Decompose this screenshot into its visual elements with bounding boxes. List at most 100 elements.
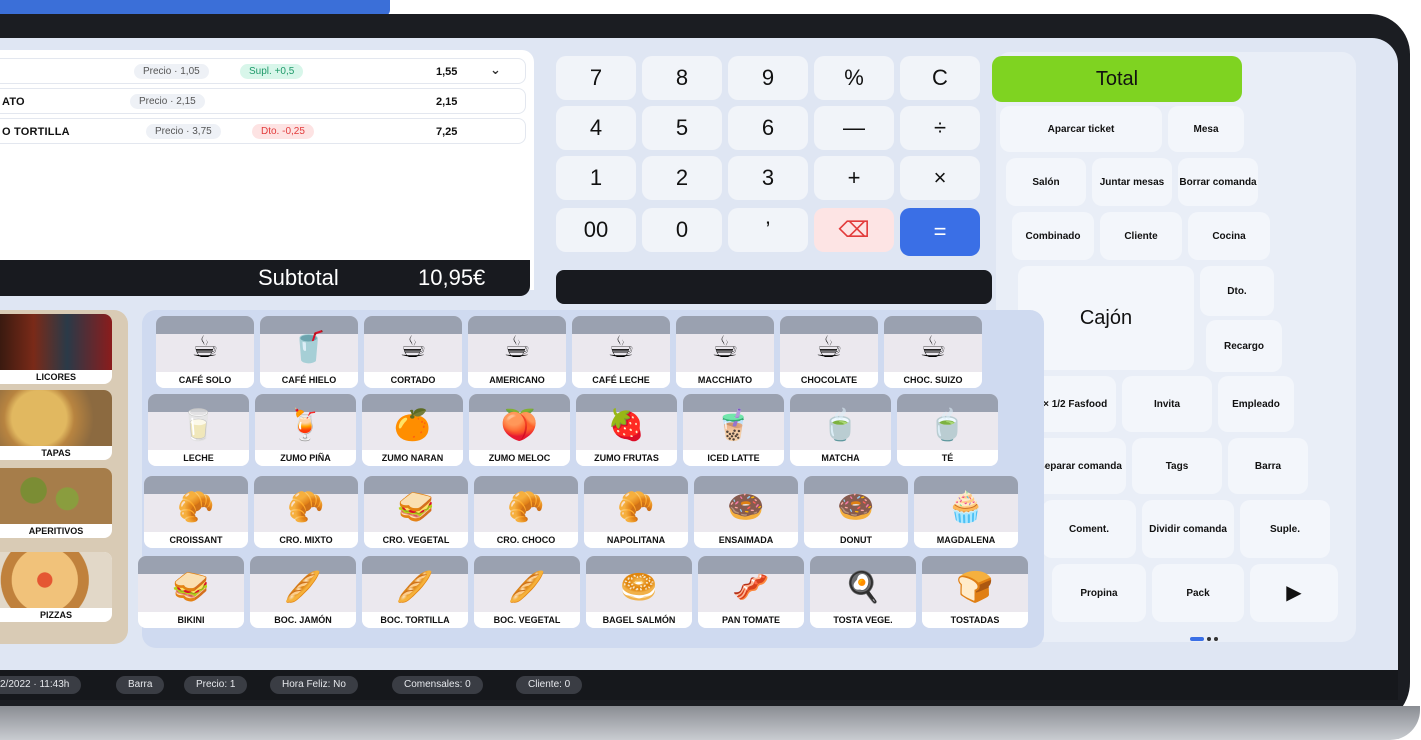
product-image-icon: 🥖 [508,571,546,604]
product-tile[interactable]: ☕ AMERICANO [468,316,566,388]
invite-button[interactable]: Invita [1122,376,1212,432]
total-button[interactable]: Total [992,56,1242,102]
delete-order-button[interactable]: Borrar comanda [1178,158,1258,206]
category-pizzas[interactable]: PIZZAS [0,552,112,622]
key-1[interactable]: 1 [556,156,636,200]
pos-screen: Precio · 1,05 Supl. +0,5 1,55 ⌄ ATO Prec… [0,38,1398,700]
product-tile[interactable]: 🧋 ICED LATTE [683,394,784,466]
page-indicator [1190,630,1221,648]
comment-button[interactable]: Coment. [1042,500,1136,558]
category-licores[interactable]: LICORES [0,314,112,384]
product-image-icon: 🍵 [928,409,967,442]
product-tile[interactable]: 🍑 ZUMO MELOC [469,394,570,466]
product-tile[interactable]: ☕ MACCHIATO [676,316,774,388]
key-clear[interactable]: C [900,56,980,100]
product-tile[interactable]: 🍊 ZUMO NARAN [362,394,463,466]
backspace-icon[interactable]: ⌫ [814,208,894,252]
product-tile[interactable]: 🍵 TÉ [897,394,998,466]
ticket-line[interactable]: ATO Precio · 2,15 2,15 [0,88,526,114]
product-image-icon: 🥛 [179,409,218,442]
product-tile[interactable]: 🥤 CAFÉ HIELO [260,316,358,388]
product-tile[interactable]: 🥐 CRO. CHOCO [474,476,578,548]
chevron-down-icon[interactable]: ⌄ [490,62,501,78]
key-4[interactable]: 4 [556,106,636,150]
product-tile[interactable]: 🥐 NAPOLITANA [584,476,688,548]
product-tile[interactable]: 🥖 BOC. TORTILLA [362,556,468,628]
product-tile[interactable]: 🍩 ENSAIMADA [694,476,798,548]
product-tile[interactable]: ☕ CORTADO [364,316,462,388]
drawer-button[interactable]: Cajón [1018,266,1194,370]
product-tile[interactable]: 🥯 BAGEL SALMÓN [586,556,692,628]
bar-button[interactable]: Barra [1228,438,1308,494]
product-tile[interactable]: 🥐 CROISSANT [144,476,248,548]
product-tile[interactable]: 🥖 BOC. JAMÓN [250,556,356,628]
divide-order-button[interactable]: Dividir comanda [1142,500,1234,558]
product-tile[interactable]: 🥪 CRO. VEGETAL [364,476,468,548]
product-image-icon: 🥖 [396,571,434,604]
key-7[interactable]: 7 [556,56,636,100]
key-multiply[interactable]: × [900,156,980,200]
park-ticket-button[interactable]: Aparcar ticket [1000,106,1162,152]
key-2[interactable]: 2 [642,156,722,200]
product-tile[interactable]: 🥛 LECHE [148,394,249,466]
product-label: ICED LATTE [683,450,784,466]
key-plus[interactable]: + [814,156,894,200]
pack-button[interactable]: Pack [1152,564,1244,622]
key-minus[interactable]: — [814,106,894,150]
product-tile[interactable]: 🥪 BIKINI [138,556,244,628]
next-page-icon[interactable]: ▶ [1250,564,1338,622]
supplement-button[interactable]: Suple. [1240,500,1330,558]
product-tile[interactable]: 🍹 ZUMO PIÑA [255,394,356,466]
product-tile[interactable]: 🍩 DONUT [804,476,908,548]
product-tile[interactable]: 🍳 TOSTA VEGE. [810,556,916,628]
product-image-icon: 🍵 [821,409,860,442]
key-00[interactable]: 00 [556,208,636,252]
category-aperitivos[interactable]: APERITIVOS [0,468,112,538]
product-tile[interactable]: 🍓 ZUMO FRUTAS [576,394,677,466]
key-percent[interactable]: % [814,56,894,100]
product-tile[interactable]: 🍵 MATCHA [790,394,891,466]
key-3[interactable]: 3 [728,156,808,200]
product-image-icon: 🥖 [284,571,322,604]
product-tile[interactable]: 🍞 TOSTADAS [922,556,1028,628]
category-tapas[interactable]: TAPAS [0,390,112,460]
split-order-button[interactable]: Separar comanda [1034,438,1126,494]
combo-button[interactable]: Combinado [1012,212,1094,260]
product-tile[interactable]: ☕ CHOCOLATE [780,316,878,388]
product-image-icon: 🥐 [177,491,215,524]
key-0[interactable]: 0 [642,208,722,252]
employee-button[interactable]: Empleado [1218,376,1294,432]
product-tile[interactable]: 🥖 BOC. VEGETAL [474,556,580,628]
discount-button[interactable]: Dto. [1200,266,1274,316]
price-chip: Precio · 3,75 [146,124,221,139]
key-6[interactable]: 6 [728,106,808,150]
product-image-icon: 🥐 [617,491,655,524]
product-tile[interactable]: 🥓 PAN TOMATE [698,556,804,628]
key-9[interactable]: 9 [728,56,808,100]
join-tables-button[interactable]: Juntar mesas [1092,158,1172,206]
key-divide[interactable]: ÷ [900,106,980,150]
product-tile[interactable]: 🥐 CRO. MIXTO [254,476,358,548]
tip-button[interactable]: Propina [1052,564,1146,622]
salon-button[interactable]: Salón [1006,158,1086,206]
product-label: TOSTADAS [922,612,1028,628]
product-image-icon: ☕ [191,331,219,364]
product-tile[interactable]: ☕ CAFÉ LECHE [572,316,670,388]
key-5[interactable]: 5 [642,106,722,150]
surcharge-button[interactable]: Recargo [1206,320,1282,372]
product-tile[interactable]: ☕ CAFÉ SOLO [156,316,254,388]
product-label: CAFÉ HIELO [260,372,358,388]
key-8[interactable]: 8 [642,56,722,100]
product-tile[interactable]: ☕ CHOC. SUIZO [884,316,982,388]
client-button[interactable]: Cliente [1100,212,1182,260]
ticket-line[interactable]: O TORTILLA Precio · 3,75 Dto. -0,25 7,25 [0,118,526,144]
product-image-icon: 🥯 [620,571,658,604]
kitchen-button[interactable]: Cocina [1188,212,1270,260]
table-button[interactable]: Mesa [1168,106,1244,152]
tags-button[interactable]: Tags [1132,438,1222,494]
key-decimal[interactable]: ’ [728,208,808,252]
product-image-icon: 🥤 [290,331,328,364]
product-tile[interactable]: 🧁 MAGDALENA [914,476,1018,548]
key-equals[interactable]: = [900,208,980,256]
ticket-line[interactable]: Precio · 1,05 Supl. +0,5 1,55 ⌄ [0,58,526,84]
